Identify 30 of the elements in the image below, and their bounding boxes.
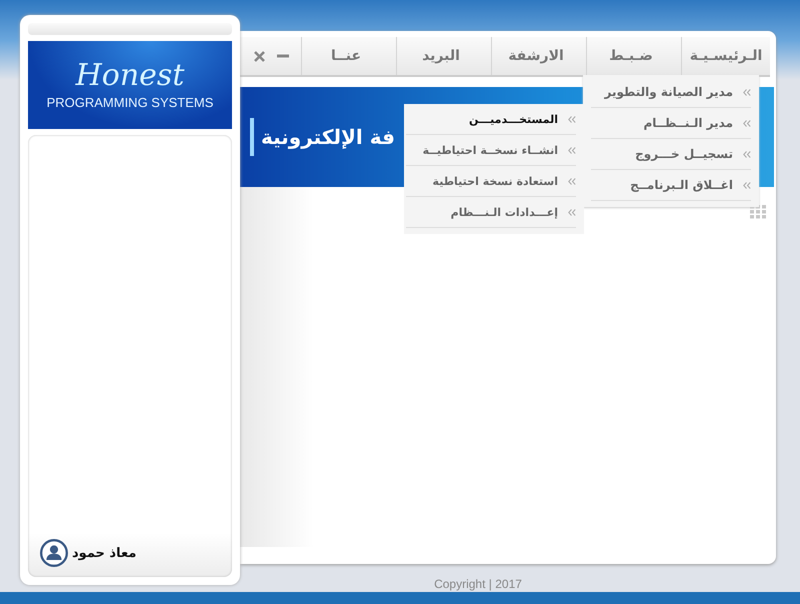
double-chevron-icon	[743, 150, 751, 158]
submenu-item[interactable]: إعـــدادات الـنـــظام	[406, 197, 576, 228]
dropdown-menu-item[interactable]: تسجيــل خـــروج	[591, 139, 751, 170]
nav-menu-item[interactable]: الارشفة	[492, 48, 580, 64]
minimize-icon	[277, 54, 289, 58]
logo-subtitle: PROGRAMMING SYSTEMS	[46, 94, 214, 110]
close-icon	[254, 50, 265, 62]
double-chevron-icon	[743, 182, 751, 188]
nav-menu-item[interactable]: ضـبـط	[587, 48, 675, 64]
dropdown-menu-item[interactable]: مدير الـنــظــام	[591, 108, 751, 139]
nav-menu-item[interactable]: عنــا	[302, 48, 390, 64]
double-chevron-icon	[568, 116, 576, 122]
user-name: معاذ حمود	[72, 546, 136, 560]
nav-menu-item[interactable]: الـرئيسـيـة	[682, 48, 770, 64]
double-chevron-icon	[568, 208, 576, 216]
nav-menu-item[interactable]: البريد	[397, 48, 485, 64]
dropdown-menu-item[interactable]: مدير الصيانة والتطوير	[591, 77, 751, 108]
submenu-item[interactable]: انشــاء نسخــة احتياطيــة	[406, 135, 576, 166]
double-chevron-icon	[568, 178, 576, 184]
submenu-item[interactable]: استعادة نسخة احتياطية	[406, 166, 576, 197]
double-chevron-icon	[743, 88, 751, 96]
banner-accent-bar	[250, 118, 254, 156]
logo-script-title: Honest	[76, 60, 184, 90]
dropdown-menu-item[interactable]: اغــلاق الـبرنامــج	[591, 170, 751, 201]
double-chevron-icon	[568, 146, 576, 154]
submenu-item[interactable]: المستخـــدميـــن	[406, 104, 576, 135]
copyright-text: Copyright | 2017	[434, 577, 522, 591]
double-chevron-icon	[743, 120, 751, 126]
banner-title: فة الإلكترونية	[261, 125, 395, 149]
user-avatar-icon	[40, 539, 68, 567]
